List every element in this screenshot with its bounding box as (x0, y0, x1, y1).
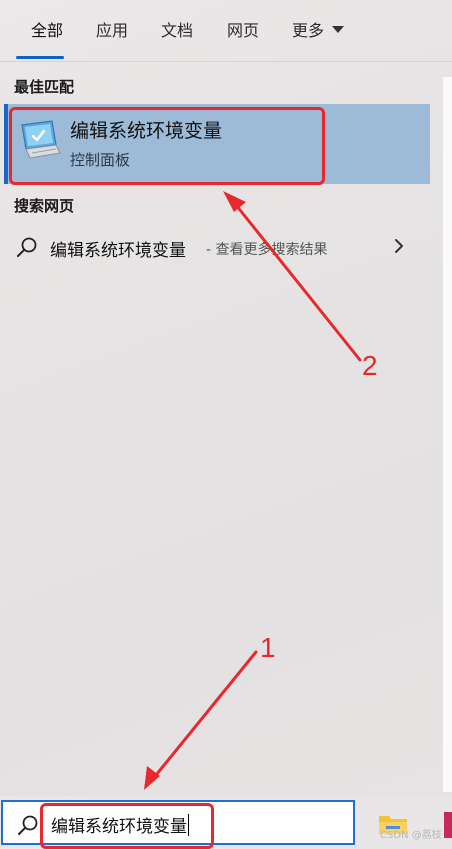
annotation-number-2: 2 (362, 350, 378, 381)
annotation-arrows (144, 191, 362, 790)
annotation-arrow-2 (223, 191, 362, 362)
watermark: CSDN @荔枝 (380, 830, 442, 841)
search-icon (18, 815, 38, 835)
annotation-arrow-1 (144, 650, 258, 790)
annotation-number-1: 1 (260, 632, 276, 663)
taskbar-search-box[interactable]: 编辑系统环境变量 (1, 800, 355, 845)
search-input[interactable]: 编辑系统环境变量 (51, 812, 189, 837)
text-caret (188, 814, 189, 836)
search-input-value: 编辑系统环境变量 (51, 817, 187, 837)
taskbar-app-icon[interactable] (444, 812, 452, 838)
